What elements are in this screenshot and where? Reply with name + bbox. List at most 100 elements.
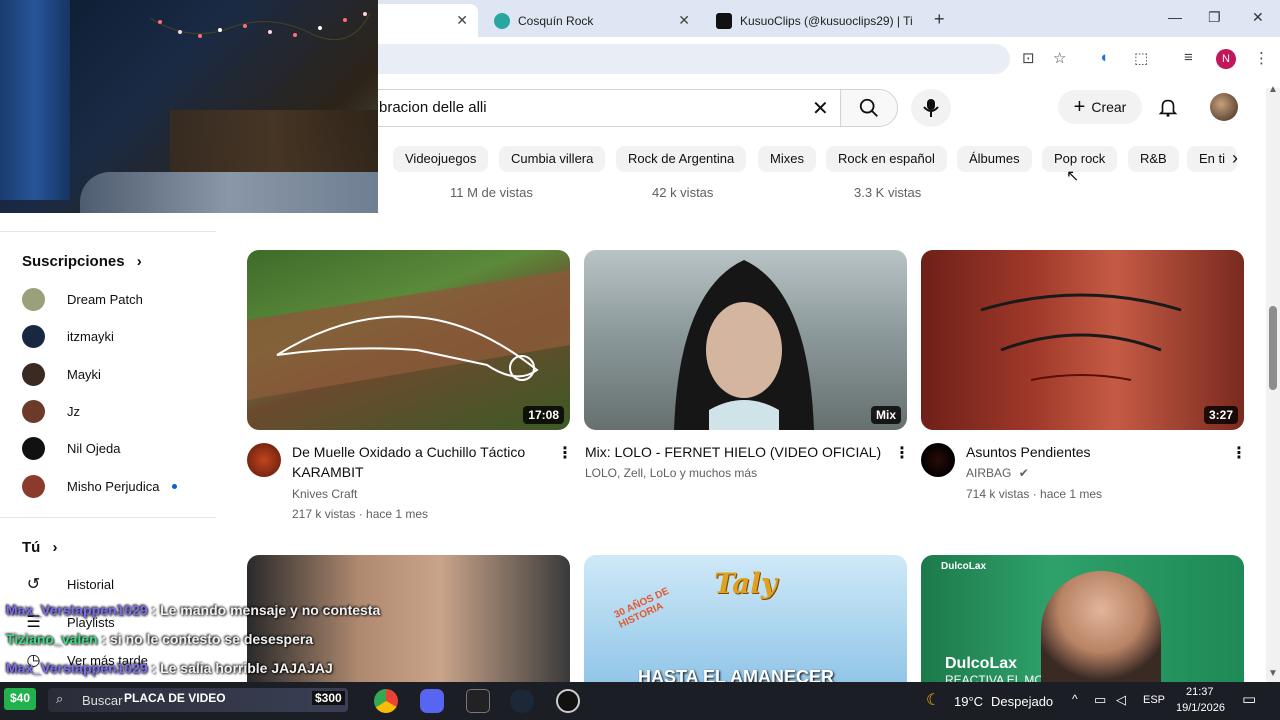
discord-taskbar-icon[interactable] (420, 689, 444, 713)
tab-kusuoclips[interactable]: KusuoClips (@kusuoclips29) | Ti (704, 4, 954, 37)
video-title[interactable]: De Muelle Oxidado a Cuchillo Táctico KAR… (292, 442, 550, 482)
install-app-icon[interactable]: ⊡ (1022, 49, 1035, 67)
language-indicator[interactable]: ESP (1143, 694, 1165, 706)
clear-search-icon[interactable]: ✕ (812, 96, 829, 121)
scroll-down-arrow-icon[interactable]: ▼ (1268, 668, 1278, 679)
chip-videojuegos[interactable]: Videojuegos (393, 146, 489, 172)
restore-icon[interactable]: ❐ (1208, 9, 1221, 26)
create-label: Crear (1091, 99, 1127, 115)
subscriptions-title: Suscripciones (22, 253, 125, 270)
channel-name: AIRBAG (966, 466, 1012, 480)
video-title[interactable]: Mix: LOLO - FERNET HIELO (VIDEO OFICIAL) (585, 442, 885, 462)
account-avatar[interactable] (1210, 93, 1238, 121)
video-thumbnail[interactable]: 3:27 (921, 250, 1244, 430)
chip-en-ti[interactable]: En ti (1187, 146, 1238, 172)
chip-rnb[interactable]: R&B (1128, 146, 1179, 172)
profile-avatar[interactable]: N (1216, 49, 1236, 69)
video-more-options-icon[interactable]: ⋮ (894, 443, 910, 463)
sidebar-item-label: Nil Ojeda (67, 440, 121, 456)
sidebar-item-dream-patch[interactable]: Dream Patch (22, 283, 143, 315)
chevron-right-icon: › (136, 253, 142, 270)
extension-cast-icon[interactable]: ◖ (1099, 49, 1108, 66)
tab-active[interactable]: ✕ (370, 4, 478, 37)
video-duration: 3:27 (1203, 406, 1238, 424)
new-tab-button[interactable]: + (934, 9, 945, 30)
sidebar-item-historial[interactable]: ↺ Historial (22, 568, 114, 600)
sidebar-item-label: Dream Patch (67, 291, 143, 307)
scroll-up-arrow-icon[interactable]: ▲ (1268, 84, 1278, 95)
video-more-options-icon[interactable]: ⋮ (557, 443, 573, 463)
close-tab-icon[interactable]: ✕ (456, 12, 468, 29)
hooded-person-figure (674, 260, 814, 430)
browser-menu-icon[interactable]: ⋮ (1254, 49, 1269, 67)
channel-avatar (22, 436, 45, 460)
chat-text: : Le mando mensaje y no contesta (151, 602, 381, 618)
channel-avatar[interactable] (921, 443, 955, 477)
media-controls-icon[interactable]: ≡ (1184, 49, 1193, 66)
video-channel[interactable]: Knives Craft (292, 484, 357, 504)
bookmark-star-icon[interactable]: ☆ (1053, 49, 1066, 67)
sidebar-item-mayki[interactable]: Mayki (22, 358, 101, 390)
video-more-options-icon[interactable]: ⋮ (1231, 443, 1247, 463)
minimize-icon[interactable]: — (1168, 9, 1182, 25)
video-thumbnail[interactable]: Mix (584, 250, 907, 430)
chip-albumes[interactable]: Álbumes (957, 146, 1032, 172)
weather-description[interactable]: Despejado (991, 694, 1053, 709)
weather-temperature[interactable]: 19°C (954, 694, 983, 709)
chrome-taskbar-icon[interactable] (374, 689, 398, 713)
channel-avatar[interactable] (247, 443, 281, 477)
sidebar-item-label: Misho Perjudica (67, 478, 160, 494)
voice-search-button[interactable] (911, 89, 951, 127)
tab-cosquin-rock[interactable]: Cosquín Rock ✕ (482, 4, 700, 37)
you-title: Tú (22, 539, 41, 556)
volume-icon[interactable]: ◁ (1116, 692, 1126, 708)
chip-pop-rock[interactable]: Pop rock (1042, 146, 1118, 172)
chip-mixes[interactable]: Mixes (758, 146, 816, 172)
history-icon: ↺ (26, 576, 41, 593)
stream-goal-bar: ⌕ Buscar PLACA DE VIDEO $300 (48, 688, 348, 712)
notifications-bell-icon[interactable] (1157, 96, 1179, 118)
close-tab-icon[interactable]: ✕ (678, 12, 690, 29)
notifications-icon[interactable]: ▭ (1242, 690, 1256, 708)
you-heading[interactable]: Tú › (22, 539, 58, 556)
network-icon[interactable]: ▭ (1094, 692, 1106, 708)
channel-avatar (22, 362, 45, 386)
video-thumbnail[interactable]: DulcoLax DulcoLax REACTIVA EL MOVIMIENTO (921, 555, 1244, 682)
chip-rock-de-argentina[interactable]: Rock de Argentina (616, 146, 747, 172)
tab-title: Cosquín Rock (518, 13, 594, 28)
sidebar-item-itzmayki[interactable]: itzmayki (22, 320, 114, 352)
address-bar[interactable] (320, 44, 1010, 74)
create-button[interactable]: + Crear (1058, 90, 1142, 124)
mouse-cursor-icon: ↖ (1066, 168, 1080, 185)
close-window-icon[interactable]: ✕ (1252, 9, 1264, 26)
chip-rock-en-espanol[interactable]: Rock en español (826, 146, 947, 172)
epic-games-taskbar-icon[interactable] (466, 689, 490, 713)
sidebar-divider (0, 517, 216, 518)
video-title[interactable]: Asuntos Pendientes (966, 442, 1224, 462)
page-scrollbar-thumb[interactable] (1269, 306, 1277, 390)
chevron-right-icon: › (52, 539, 58, 556)
thumbnail-brand-text: Taly (714, 567, 778, 600)
webcam-overlay (0, 0, 378, 213)
clock-time[interactable]: 21:37 (1186, 686, 1214, 698)
video-thumbnail[interactable]: Taly 30 AÑOS DE HISTORIA HASTA EL AMANEC… (584, 555, 907, 682)
steam-taskbar-icon[interactable] (510, 689, 534, 713)
video-thumbnail[interactable]: 17:08 (247, 250, 570, 430)
tray-overflow-chevron-icon[interactable]: ^ (1072, 692, 1078, 706)
subscriptions-heading[interactable]: Suscripciones › (22, 253, 142, 270)
video-duration: 17:08 (523, 406, 564, 424)
microphone-icon (923, 99, 939, 117)
obs-taskbar-icon[interactable] (556, 689, 580, 713)
chips-next-chevron-icon[interactable]: › (1232, 148, 1238, 169)
sidebar-item-misho-perjudica[interactable]: Misho Perjudica (22, 470, 177, 502)
channel-avatar (22, 324, 45, 348)
video-channel[interactable]: AIRBAG ✔ (966, 463, 1029, 483)
thumbnail-years-text: 30 AÑOS DE HISTORIA (612, 585, 671, 631)
search-button[interactable] (840, 89, 898, 127)
extensions-puzzle-icon[interactable]: ⬚ (1134, 49, 1148, 67)
sidebar-item-nil-ojeda[interactable]: Nil Ojeda (22, 432, 120, 464)
sidebar-item-jz[interactable]: Jz (22, 395, 80, 427)
clock-date[interactable]: 19/1/2026 (1176, 702, 1225, 714)
video-channel[interactable]: LOLO, Zell, LoLo y muchos más (585, 463, 757, 483)
chip-cumbia-villera[interactable]: Cumbia villera (499, 146, 606, 172)
